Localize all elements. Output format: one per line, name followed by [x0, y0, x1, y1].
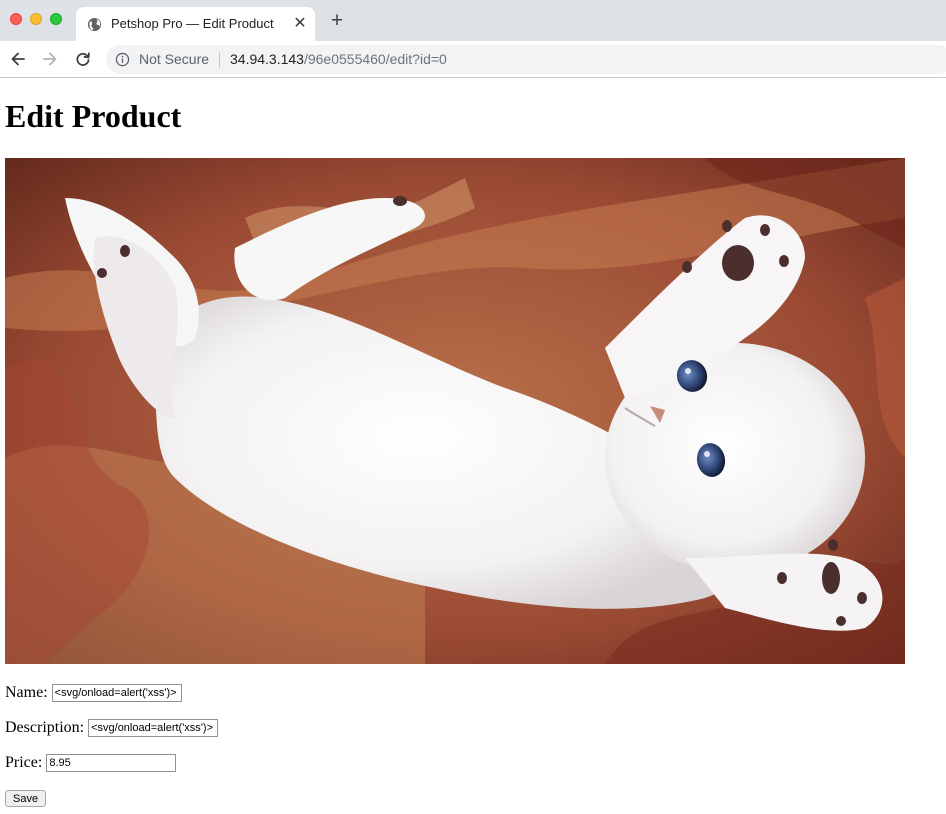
browser-toolbar: Not Secure 34.94.3.143/96e0555460/edit?i… [0, 41, 946, 78]
description-row: Description: [5, 719, 219, 738]
kitten-photo [5, 158, 905, 664]
window-minimize-button[interactable] [30, 13, 42, 25]
window-close-button[interactable] [10, 13, 22, 25]
name-row: Name: [5, 684, 182, 703]
security-status-label[interactable]: Not Secure [139, 51, 209, 67]
tab-close-icon[interactable]: ✕ [291, 15, 309, 33]
page-title: Edit Product [5, 98, 182, 134]
back-arrow-icon[interactable] [9, 50, 27, 68]
address-bar[interactable]: Not Secure 34.94.3.143/96e0555460/edit?i… [106, 45, 946, 74]
tab-title: Petshop Pro — Edit Product [111, 16, 274, 31]
url-path: /96e0555460/edit?id=0 [303, 51, 447, 67]
tab-active[interactable]: Petshop Pro — Edit Product ✕ [76, 7, 315, 41]
description-label: Description: [5, 719, 85, 737]
reload-icon[interactable] [74, 50, 92, 68]
page-content: Edit Product Name: <svg/onload=alert('xs… [0, 78, 946, 814]
globe-icon [87, 17, 102, 32]
address-bar-divider [219, 52, 220, 68]
tab-bar: Petshop Pro — Edit Product ✕ + [0, 0, 946, 41]
name-input[interactable] [51, 684, 182, 703]
description-input[interactable] [88, 719, 219, 738]
forward-arrow-icon[interactable] [41, 50, 59, 68]
info-icon[interactable] [115, 52, 130, 67]
url-text[interactable]: 34.94.3.143/96e0555460/edit?id=0 [230, 51, 447, 67]
window-maximize-button[interactable] [50, 13, 62, 25]
url-host: 34.94.3.143 [230, 51, 304, 67]
new-tab-button[interactable]: + [328, 10, 346, 31]
name-label: Name: [5, 684, 48, 702]
price-label: Price: [5, 754, 43, 772]
save-button[interactable]: Save [5, 790, 47, 807]
price-input[interactable] [46, 754, 177, 773]
price-row: Price: [5, 754, 177, 773]
